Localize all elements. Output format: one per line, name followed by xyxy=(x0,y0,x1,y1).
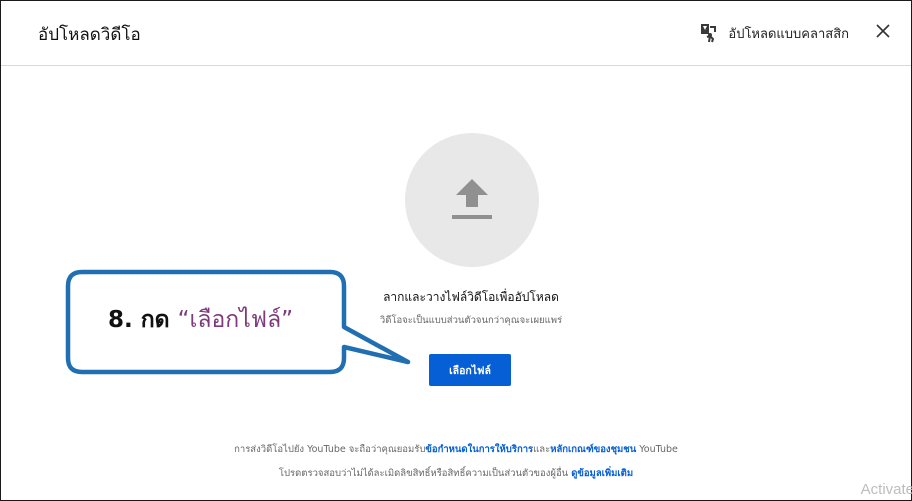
close-button[interactable] xyxy=(871,19,895,45)
footer-line1-suffix: YouTube xyxy=(636,444,678,455)
footer-line2-prefix: โปรดตรวจสอบว่าไม่ได้ละเมิดลิขสิทธิ์หรือส… xyxy=(278,468,572,479)
learn-more-link[interactable]: ดูข้อมูลเพิ่มเติม xyxy=(571,468,633,479)
upload-drop-zone[interactable] xyxy=(405,133,539,267)
callout-highlight: “เลือกไฟล์” xyxy=(177,307,294,333)
classic-upload-icon xyxy=(700,23,718,43)
community-guidelines-link[interactable]: หลักเกณฑ์ของชุมชน xyxy=(550,444,636,455)
classic-upload-label: อัปโหลดแบบคลาสสิก xyxy=(728,26,849,42)
activate-watermark: Activate xyxy=(860,481,912,498)
dialog-header: อัปโหลดวิดีโอ อัปโหลดแบบคลาสสิก xyxy=(1,1,911,66)
dialog-title: อัปโหลดวิดีโอ xyxy=(38,25,141,45)
footer-copyright-line: โปรดตรวจสอบว่าไม่ได้ละเมิดลิขสิทธิ์หรือส… xyxy=(1,466,911,481)
select-files-button[interactable]: เลือกไฟล์ xyxy=(429,354,511,386)
footer-terms-line: การส่งวิดีโอไปยัง YouTube จะถือว่าคุณยอม… xyxy=(1,442,911,457)
footer-line1-mid: และ xyxy=(533,444,551,455)
callout-text: 8. กด “เลือกไฟล์” xyxy=(108,302,293,338)
classic-upload-link[interactable]: อัปโหลดแบบคลาสสิก xyxy=(700,21,849,45)
footer-line1-prefix: การส่งวิดีโอไปยัง YouTube จะถือว่าคุณยอม… xyxy=(234,444,426,455)
upload-arrow-icon xyxy=(452,179,492,219)
callout-step: 8. กด xyxy=(108,307,178,333)
drag-drop-title: ลากและวางไฟล์วิดีโอเพื่ออัปโหลด xyxy=(383,290,559,304)
close-icon xyxy=(876,23,890,42)
upload-dialog: อัปโหลดวิดีโอ อัปโหลดแบบคลาสสิก ลากและวา… xyxy=(0,0,912,501)
terms-of-service-link[interactable]: ข้อกำหนดในการให้บริการ xyxy=(425,444,533,455)
drag-drop-subtitle: วิดีโอจะเป็นแบบส่วนตัวจนกว่าคุณจะเผยแพร่ xyxy=(379,315,563,326)
